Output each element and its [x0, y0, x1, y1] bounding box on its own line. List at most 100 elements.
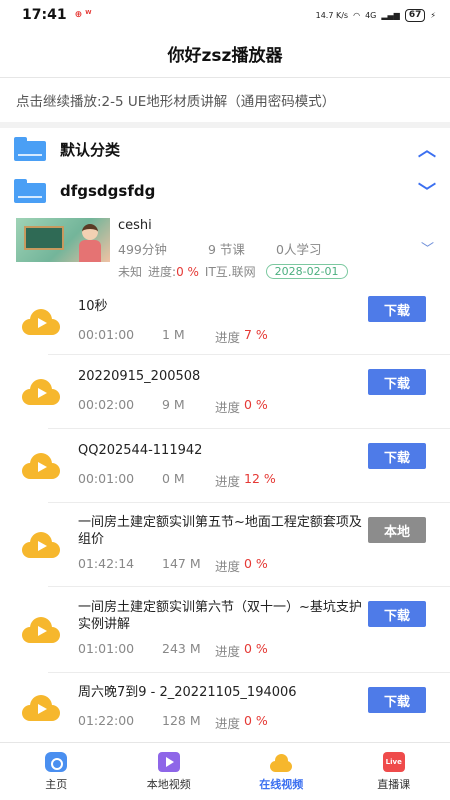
video-size: 1 M	[162, 326, 185, 342]
download-button[interactable]: 下载	[368, 369, 426, 395]
status-left: 17:41 ⊕ ᵂ	[22, 7, 92, 23]
video-size: 147 M	[162, 556, 201, 571]
cloud-play-icon	[22, 531, 60, 558]
category-label: 默认分类	[60, 140, 121, 159]
course-source: IT互.联网	[204, 265, 256, 279]
course-duration: 499分钟	[118, 242, 167, 257]
course-thumbnail	[16, 218, 110, 262]
video-progress-value: 0 %	[244, 556, 268, 571]
net-speed: 14.7 K/s	[315, 10, 349, 20]
video-meta: 01:01:00 243 M 进度 0 %	[78, 641, 450, 660]
local-button[interactable]: 本地	[368, 517, 426, 543]
video-duration: 00:01:00	[78, 470, 135, 486]
video-duration: 01:22:00	[78, 713, 135, 728]
course-progress-value: 0 %	[176, 264, 199, 279]
download-button[interactable]: 下载	[368, 687, 426, 713]
video-size: 243 M	[162, 641, 201, 656]
folder-icon	[14, 179, 46, 203]
video-title: 10秒	[78, 298, 108, 314]
status-time: 17:41	[22, 7, 67, 23]
video-meta: 00:02:00 9 M 进度 0 %	[78, 397, 450, 416]
course-meta: 未知 进度: 0 % IT互.联网 2028-02-01	[118, 263, 436, 280]
nav-label: 本地视频	[146, 777, 191, 791]
video-row[interactable]: 一间房土建定额实训第五节~地面工程定额套项及组价 01:42:14 147 M …	[22, 503, 450, 587]
course-name: ceshi	[118, 218, 152, 233]
cloud-play-icon	[22, 308, 60, 335]
course-status: 未知	[118, 265, 143, 279]
course-lessons: 9 节课	[208, 242, 245, 257]
video-progress-label: 进度	[215, 399, 241, 415]
video-size: 9 M	[162, 396, 185, 412]
video-row[interactable]: 10秒 00:01:00 1 M 进度 7 % 下载	[22, 289, 450, 355]
video-meta: 01:22:00 128 M 进度 0 %	[78, 713, 450, 732]
chevron-down-icon[interactable]: ﹀	[418, 178, 436, 204]
battery-icon: 67	[404, 8, 426, 22]
video-progress-value: 12 %	[244, 470, 276, 486]
nav-live[interactable]: Live 直播课	[338, 743, 450, 800]
nav-label: 直播课	[377, 777, 411, 791]
nav-online-video[interactable]: 在线视频	[225, 743, 338, 800]
download-button[interactable]: 下载	[368, 601, 426, 627]
video-progress-value: 0 %	[244, 713, 268, 728]
cloud-play-icon	[22, 695, 60, 721]
signal-icon: ▂▄▆	[381, 10, 400, 20]
video-duration: 01:42:14	[78, 556, 135, 571]
bottom-nav: 主页 本地视频 在线视频 Live 直播课	[0, 742, 450, 800]
video-row[interactable]: 周六晚7到9 - 2_20221105_194006 01:22:00 128 …	[22, 673, 450, 743]
category-label: dfgsdgsfdg	[60, 182, 156, 200]
video-title: 一间房土建定额实训第六节（双十一）~基坑支护实例讲解	[78, 600, 362, 632]
home-icon	[45, 751, 68, 772]
cloud-play-icon	[22, 616, 60, 643]
status-right: 14.7 K/s ◠ 4G ▂▄▆ 67 ⚡	[315, 8, 436, 22]
video-duration: 00:01:00	[78, 326, 135, 342]
continue-play-bar[interactable]: 点击继续播放:2-5 UE地形材质讲解（通用密码模式）	[0, 78, 450, 128]
video-size: 0 M	[162, 470, 185, 486]
video-row[interactable]: QQ202544-111942 00:01:00 0 M 进度 12 % 下载	[22, 429, 450, 503]
nav-label: 主页	[45, 777, 68, 791]
video-meta: 01:42:14 147 M 进度 0 %	[78, 556, 450, 575]
chevron-down-icon[interactable]: ﹀	[421, 238, 434, 257]
nav-local-video[interactable]: 本地视频	[113, 743, 226, 800]
charging-icon: ⚡	[430, 10, 436, 20]
video-progress-value: 0 %	[244, 641, 268, 656]
signal-label: 4G	[365, 10, 377, 20]
course-progress-label: 进度:	[148, 265, 177, 279]
video-title: 一间房土建定额实训第五节~地面工程定额套项及组价	[78, 515, 362, 547]
course-stats: 499分钟 9 节课 0人学习	[118, 239, 436, 258]
video-progress-label: 进度	[215, 559, 241, 574]
video-duration: 00:02:00	[78, 396, 135, 412]
video-row[interactable]: 一间房土建定额实训第六节（双十一）~基坑支护实例讲解 01:01:00 243 …	[22, 587, 450, 673]
online-video-icon	[270, 752, 293, 772]
download-button[interactable]: 下载	[368, 296, 426, 322]
chevron-up-icon[interactable]: ︿	[418, 136, 436, 162]
video-list: 10秒 00:01:00 1 M 进度 7 % 下载 20220915_2005…	[0, 289, 450, 743]
video-progress-label: 进度	[215, 329, 241, 345]
video-title: QQ202544-111942	[78, 442, 203, 458]
video-meta: 00:01:00 1 M 进度 7 %	[78, 327, 450, 346]
video-progress-value: 7 %	[244, 326, 268, 342]
notification-icons: ⊕ ᵂ	[74, 10, 92, 20]
download-button[interactable]: 下载	[368, 443, 426, 469]
category-default[interactable]: 默认分类 ︿	[0, 128, 450, 170]
course-card[interactable]: ceshi 499分钟 9 节课 0人学习 未知 进度: 0 % IT互.联网 …	[0, 212, 450, 279]
cloud-play-icon	[22, 452, 60, 479]
nav-home[interactable]: 主页	[0, 743, 113, 800]
course-learners: 0人学习	[276, 242, 322, 257]
status-bar: 17:41 ⊕ ᵂ 14.7 K/s ◠ 4G ▂▄▆ 67 ⚡	[0, 0, 450, 30]
live-icon: Live	[382, 751, 405, 772]
wifi-icon: ◠	[353, 10, 361, 20]
category-dfgsdgsfdg[interactable]: dfgsdgsfdg ﹀	[0, 170, 450, 212]
video-title: 周六晚7到9 - 2_20221105_194006	[78, 685, 297, 700]
video-row[interactable]: 20220915_200508 00:02:00 9 M 进度 0 % 下载	[22, 355, 450, 429]
app-header: 你好zsz播放器	[0, 30, 450, 78]
video-size: 128 M	[162, 713, 201, 728]
video-progress-label: 进度	[215, 716, 241, 731]
video-progress-label: 进度	[215, 644, 241, 659]
video-meta: 00:01:00 0 M 进度 12 %	[78, 471, 450, 490]
video-duration: 01:01:00	[78, 641, 135, 656]
cloud-play-icon	[22, 378, 60, 405]
video-progress-label: 进度	[215, 473, 241, 489]
course-info: ceshi 499分钟 9 节课 0人学习 未知 进度: 0 % IT互.联网 …	[118, 218, 436, 279]
nav-label: 在线视频	[259, 777, 304, 791]
local-video-icon	[157, 751, 180, 772]
